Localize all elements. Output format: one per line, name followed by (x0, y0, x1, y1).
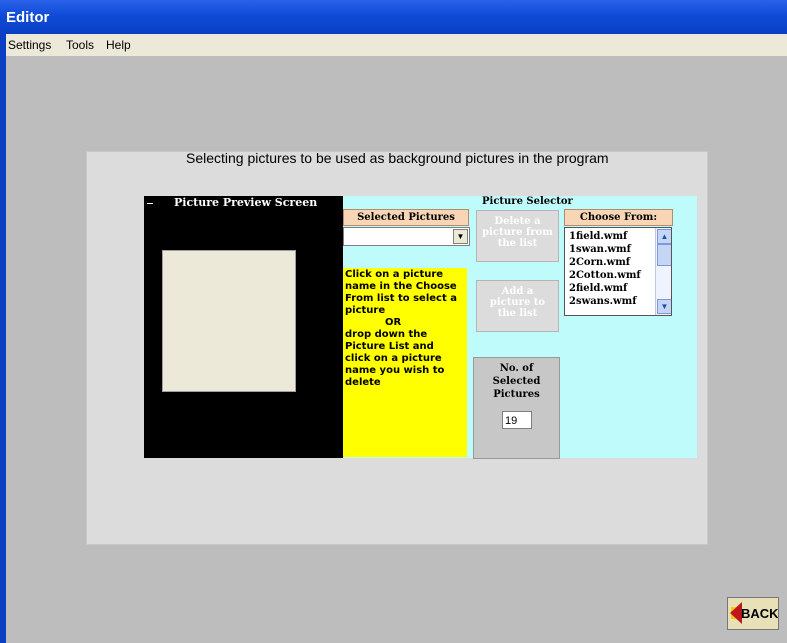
menu-help[interactable]: Help (106, 38, 131, 52)
add-button-line: picture to (489, 297, 546, 308)
choose-from-label: Choose From: (564, 209, 673, 226)
instruction-line: delete (345, 377, 381, 388)
list-item[interactable]: 1swan.wmf (569, 244, 631, 255)
selected-count-field: 19 (502, 411, 532, 429)
picture-selector-title: Picture Selector (482, 196, 573, 207)
title-bar: Editor (0, 0, 787, 34)
list-item[interactable]: 2Corn.wmf (569, 257, 630, 268)
instruction-line: click on a picture (345, 353, 442, 364)
delete-picture-button[interactable]: Delete a picture from the list (476, 210, 559, 262)
chevron-down-icon[interactable]: ▼ (453, 229, 468, 244)
page-heading: Selecting pictures to be used as backgro… (186, 150, 609, 166)
instruction-line: name in the Choose (345, 281, 457, 292)
list-item[interactable]: 2swans.wmf (569, 296, 637, 307)
delete-button-line: the list (497, 238, 538, 249)
list-item[interactable]: 2field.wmf (569, 283, 627, 294)
instruction-line: From list to select a (345, 293, 457, 304)
instruction-line: name you wish to (345, 365, 445, 376)
list-scrollbar[interactable]: ▲ ▼ (655, 228, 671, 315)
delete-button-line: Delete a (494, 216, 541, 227)
instruction-line: OR (385, 317, 402, 328)
count-label-line: Selected (492, 376, 541, 387)
selected-pictures-label: Selected Pictures (343, 209, 469, 226)
chevron-down-icon[interactable]: ▼ (657, 299, 671, 314)
instruction-line: drop down the (345, 329, 428, 340)
back-button-label: BACK (741, 606, 779, 621)
picture-preview-panel: Picture Preview Screen (144, 196, 343, 458)
selected-pictures-dropdown[interactable]: ▼ (343, 227, 470, 246)
menu-settings[interactable]: Settings (8, 38, 51, 52)
choose-from-listbox[interactable]: 1field.wmf 1swan.wmf 2Corn.wmf 2Cotton.w… (564, 227, 672, 316)
instructions-box: Click on a picture name in the Choose Fr… (343, 268, 467, 457)
count-label-line: No. of (499, 363, 534, 374)
add-button-line: Add a (501, 286, 534, 297)
list-item[interactable]: 2Cotton.wmf (569, 270, 641, 281)
chevron-up-icon[interactable]: ▲ (657, 229, 671, 244)
list-item[interactable]: 1field.wmf (569, 231, 627, 242)
selected-count-panel: No. of Selected Pictures (473, 357, 560, 459)
instruction-line: Picture List and (345, 341, 434, 352)
add-picture-button[interactable]: Add a picture to the list (476, 280, 559, 332)
instruction-line: picture (345, 305, 386, 316)
menu-tools[interactable]: Tools (66, 38, 94, 52)
preview-label: Picture Preview Screen (174, 196, 318, 209)
window-title: Editor (6, 9, 50, 26)
menu-bar: Settings Tools Help (6, 34, 787, 56)
preview-dash (147, 203, 153, 204)
preview-image (162, 250, 296, 392)
back-button[interactable]: BACK (727, 597, 779, 630)
delete-button-line: picture from (482, 227, 553, 238)
scroll-thumb[interactable] (657, 244, 671, 266)
instruction-line: Click on a picture (345, 269, 444, 280)
add-button-line: the list (497, 308, 538, 319)
count-label-line: Pictures (493, 389, 540, 400)
